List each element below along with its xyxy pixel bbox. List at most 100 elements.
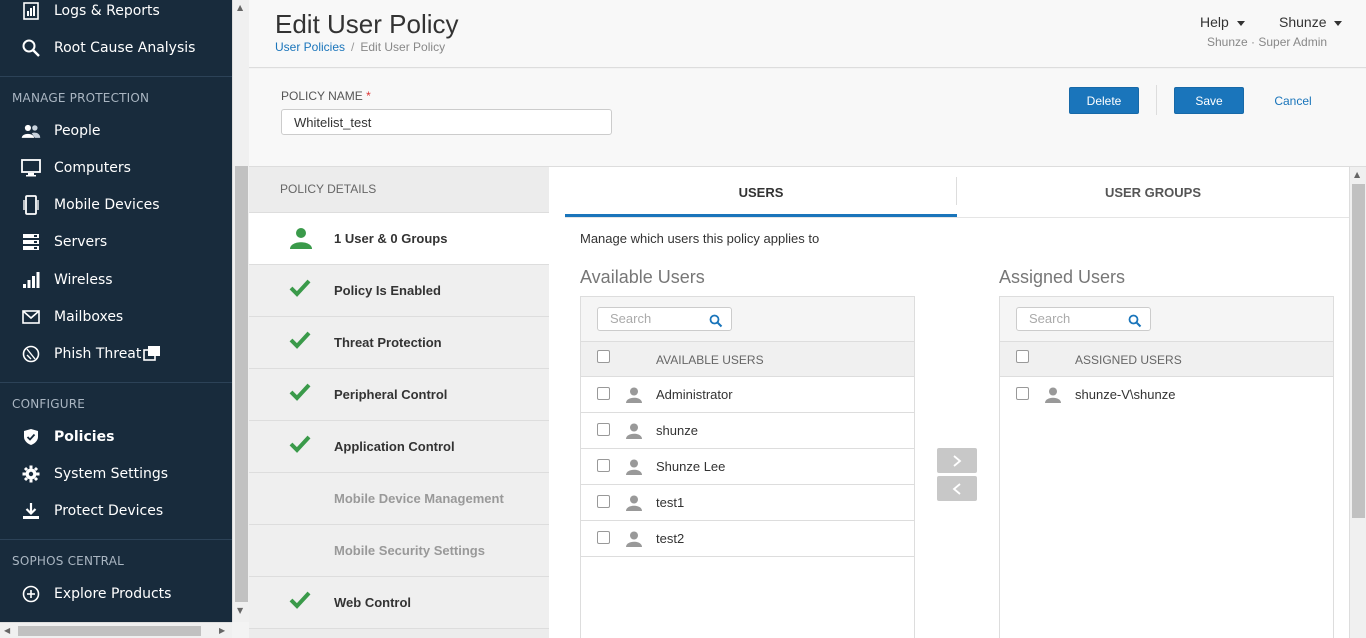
assigned-users-search-bar: Search [1000,297,1333,342]
select-all-checkbox[interactable] [597,350,610,363]
row-checkbox[interactable] [597,531,610,544]
user-menu-label: Shunze [1279,14,1327,30]
sidebar-item-computers[interactable]: Computers [0,151,232,185]
policy-detail-label: Mobile Security Settings [334,543,485,558]
phish-icon [21,344,41,364]
delete-button[interactable]: Delete [1069,87,1139,114]
sidebar-item-servers[interactable]: Servers [0,225,232,259]
sidebar: Logs & Reports Root Cause Analysis MANAG… [0,0,232,622]
scroll-down-arrow-icon[interactable]: ▼ [237,606,243,615]
policy-name-section: POLICY NAME * Delete Save Cancel [249,69,1366,167]
sidebar-item-mobile-devices[interactable]: Mobile Devices [0,188,232,222]
assigned-user-row[interactable]: shunze-V\shunze [1000,377,1333,413]
sidebar-item-label: Servers [54,234,108,250]
available-users-title: Available Users [580,267,705,287]
assigned-users-search-input[interactable]: Search [1016,307,1151,331]
active-tab-indicator [565,214,957,217]
scroll-left-arrow-icon[interactable]: ◀ [4,626,10,635]
external-link-icon[interactable] [143,345,161,361]
available-users-search-bar: Search [581,297,914,342]
available-user-row[interactable]: Administrator [581,377,914,413]
scroll-up-arrow-icon[interactable]: ▲ [1354,170,1360,179]
policy-detail-users-groups[interactable]: 1 User & 0 Groups [249,213,549,265]
available-user-row[interactable]: shunze [581,413,914,449]
scroll-up-arrow-icon[interactable]: ▲ [237,3,243,12]
available-users-header-label: AVAILABLE USERS [656,353,764,367]
people-icon [21,121,41,141]
sidebar-item-people[interactable]: People [0,114,232,148]
unassign-user-button[interactable] [937,476,977,501]
monitor-icon [21,158,41,178]
check-icon [289,591,311,613]
signal-icon [21,270,41,290]
policy-detail-mobile-device-management[interactable]: Mobile Device Management [249,473,549,525]
help-menu[interactable]: Help [1200,14,1245,30]
main-vertical-scrollbar[interactable]: ▲ [1349,167,1366,638]
sidebar-vertical-scrollbar[interactable]: ▲ ▼ [232,0,249,622]
assign-user-button[interactable] [937,448,977,473]
select-all-checkbox[interactable] [1016,350,1029,363]
policy-detail-enabled[interactable]: Policy Is Enabled [249,265,549,317]
sidebar-item-phish-threat[interactable]: Phish Threat [0,337,232,371]
gear-icon [21,464,41,484]
breadcrumb-link-user-policies[interactable]: User Policies [275,40,345,54]
row-checkbox[interactable] [1016,387,1029,400]
row-checkbox[interactable] [597,387,610,400]
row-checkbox[interactable] [597,423,610,436]
breadcrumb: User Policies / Edit User Policy [275,40,445,54]
user-name: Administrator [656,387,733,402]
available-user-row[interactable]: test1 [581,485,914,521]
policy-detail-threat-protection[interactable]: Threat Protection [249,317,549,369]
policy-detail-label: Mobile Device Management [334,491,504,506]
search-icon[interactable] [709,313,723,328]
user-name: test2 [656,531,685,546]
cancel-button[interactable]: Cancel [1269,87,1317,114]
policy-detail-label: Application Control [334,439,455,454]
policy-detail-web-control[interactable]: Web Control [249,577,549,629]
save-button[interactable]: Save [1174,87,1244,114]
scrollbar-thumb[interactable] [235,166,248,602]
policy-detail-label: Policy Is Enabled [334,283,441,298]
users-panel: USERS USER GROUPS Manage which users thi… [549,167,1349,638]
user-icon [625,531,643,547]
scroll-right-arrow-icon[interactable]: ▶ [219,626,225,635]
sidebar-item-protect-devices[interactable]: Protect Devices [0,494,232,528]
mobile-icon [21,195,41,215]
sidebar-divider [0,382,232,383]
scrollbar-thumb[interactable] [18,626,201,636]
available-user-row[interactable]: test2 [581,521,914,557]
sidebar-item-explore-products[interactable]: Explore Products [0,577,232,611]
policy-detail-peripheral-control[interactable]: Peripheral Control [249,369,549,421]
plus-circle-icon [21,584,41,604]
row-checkbox[interactable] [597,459,610,472]
sidebar-section-title: MANAGE PROTECTION [12,91,150,105]
policy-detail-mobile-security-settings[interactable]: Mobile Security Settings [249,525,549,577]
sidebar-item-wireless[interactable]: Wireless [0,263,232,297]
sidebar-item-label: Logs & Reports [54,3,160,19]
row-checkbox[interactable] [597,495,610,508]
sidebar-item-logs-reports[interactable]: Logs & Reports [0,0,232,28]
shield-icon [21,427,41,447]
search-icon[interactable] [1128,313,1142,328]
sidebar-item-system-settings[interactable]: System Settings [0,457,232,491]
assigned-users-list: Search ASSIGNED USERS shunze-V\shunze [999,296,1334,638]
available-user-row[interactable]: Shunze Lee [581,449,914,485]
sidebar-item-label: People [54,123,101,139]
scrollbar-thumb[interactable] [1352,184,1365,518]
policy-details-title: POLICY DETAILS [249,167,549,213]
user-menu[interactable]: Shunze [1279,14,1343,30]
sidebar-item-label: Computers [54,160,131,176]
sidebar-item-policies[interactable]: Policies [0,420,232,454]
sidebar-horizontal-scrollbar[interactable]: ◀ ▶ [0,622,232,638]
policy-name-input[interactable] [281,109,612,135]
tab-users[interactable]: USERS [565,167,957,217]
tab-user-groups[interactable]: USER GROUPS [957,167,1349,217]
sidebar-section-title: SOPHOS CENTRAL [12,554,125,568]
user-icon [625,387,643,403]
sidebar-item-root-cause-analysis[interactable]: Root Cause Analysis [0,31,232,65]
chevron-left-icon [952,482,961,495]
envelope-icon [21,307,41,327]
sidebar-item-mailboxes[interactable]: Mailboxes [0,300,232,334]
available-users-search-input[interactable]: Search [597,307,732,331]
policy-detail-application-control[interactable]: Application Control [249,421,549,473]
